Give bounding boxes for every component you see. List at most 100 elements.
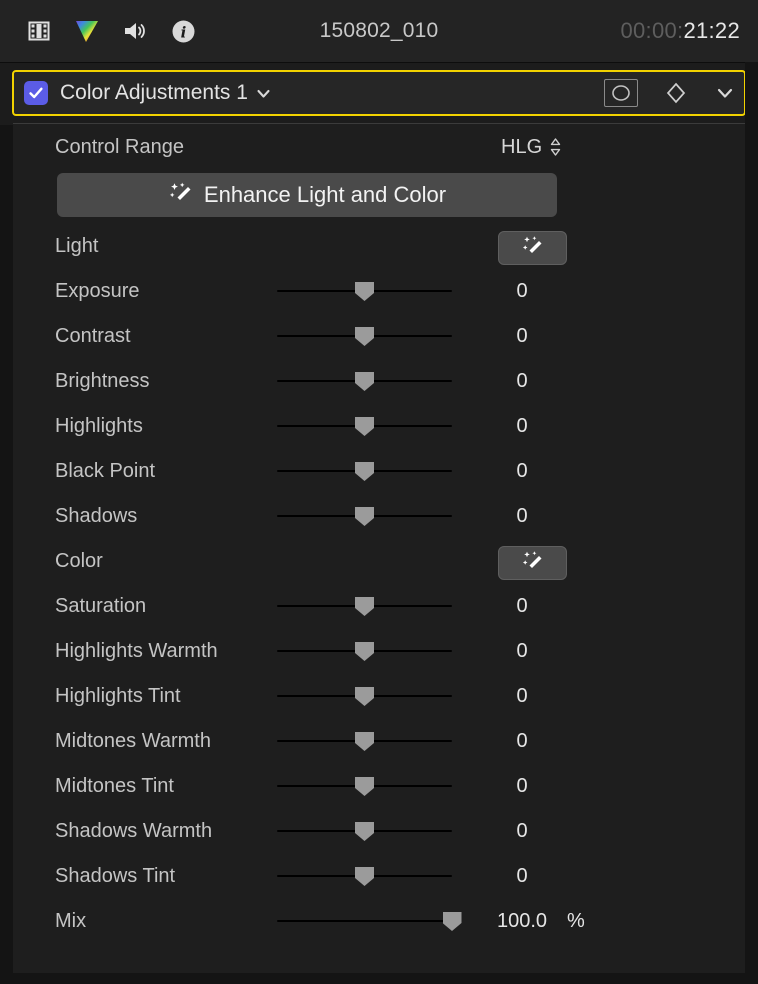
section-header-light: Light: [13, 224, 745, 269]
effect-name-chevron-down-icon[interactable]: [255, 85, 272, 102]
parameter-row: Brightness 0: [13, 359, 745, 404]
enhance-row: Enhance Light and Color: [13, 170, 745, 224]
parameter-slider[interactable]: [277, 359, 452, 404]
parameter-row: Black Point 0: [13, 449, 745, 494]
parameter-row: Exposure 0: [13, 269, 745, 314]
slider-thumb[interactable]: [355, 282, 374, 301]
parameter-value[interactable]: 0: [483, 314, 639, 359]
parameter-value[interactable]: 0: [483, 359, 639, 404]
control-range-popup[interactable]: HLG: [501, 124, 562, 170]
parameter-label: Shadows Warmth: [55, 820, 213, 842]
parameter-value[interactable]: 0: [483, 629, 639, 674]
parameter-sections: Light Exposure 0 Contrast 0 Brightness 0 Highli…: [13, 224, 745, 899]
slider-thumb[interactable]: [355, 732, 374, 751]
parameter-value-number: 0: [516, 595, 528, 617]
parameter-row: Highlights Warmth 0: [13, 629, 745, 674]
parameter-value[interactable]: 0: [483, 809, 639, 854]
mix-slider[interactable]: [277, 899, 462, 944]
color-adjustments-inspector: i 150802_010 00:00:21:22 Color Adjustmen…: [0, 0, 758, 984]
slider-thumb[interactable]: [355, 507, 374, 526]
slider-thumb[interactable]: [355, 642, 374, 661]
parameter-slider[interactable]: [277, 584, 452, 629]
parameter-value[interactable]: 0: [483, 584, 639, 629]
parameters-scroll-area[interactable]: Control Range HLG Enhance Light and Colo…: [13, 123, 745, 982]
parameter-row: Shadows Tint 0: [13, 854, 745, 899]
effect-header-controls: [604, 72, 736, 114]
parameter-slider[interactable]: [277, 449, 452, 494]
effect-header-wrap: Color Adjustments 1: [0, 63, 758, 116]
parameter-value-number: 0: [516, 730, 528, 752]
parameter-slider[interactable]: [277, 314, 452, 359]
panel-right-edge: [745, 62, 758, 984]
parameter-label: Saturation: [55, 595, 147, 617]
parameter-slider[interactable]: [277, 269, 452, 314]
parameter-value[interactable]: 0: [483, 494, 639, 539]
parameter-label: Brightness: [55, 370, 150, 392]
mix-slider-thumb[interactable]: [442, 912, 462, 931]
parameter-value[interactable]: 0: [483, 719, 639, 764]
parameter-label: Black Point: [55, 460, 156, 482]
parameter-label: Highlights: [55, 415, 143, 437]
slider-thumb[interactable]: [355, 687, 374, 706]
parameter-slider[interactable]: [277, 809, 452, 854]
slider-thumb[interactable]: [355, 417, 374, 436]
enhance-light-button[interactable]: [498, 231, 567, 265]
parameter-slider[interactable]: [277, 764, 452, 809]
timecode-display[interactable]: 00:00:21:22: [620, 0, 740, 62]
mix-row: Mix 100.0%: [13, 899, 745, 944]
slider-thumb[interactable]: [355, 597, 374, 616]
inspector-toolbar: i 150802_010 00:00:21:22: [0, 0, 758, 63]
parameter-value-number: 0: [516, 325, 528, 347]
parameter-slider[interactable]: [277, 404, 452, 449]
mix-label: Mix: [55, 910, 87, 932]
enhance-color-button[interactable]: [498, 546, 567, 580]
parameter-row: Shadows Warmth 0: [13, 809, 745, 854]
keyframe-diamond-icon[interactable]: [664, 81, 688, 105]
parameter-value[interactable]: 0: [483, 764, 639, 809]
slider-thumb[interactable]: [355, 327, 374, 346]
parameter-row: Saturation 0: [13, 584, 745, 629]
parameter-value[interactable]: 0: [483, 269, 639, 314]
mix-value-unit: %: [567, 910, 585, 932]
parameter-row: Shadows 0: [13, 494, 745, 539]
parameter-value[interactable]: 0: [483, 449, 639, 494]
parameter-slider[interactable]: [277, 629, 452, 674]
slider-thumb[interactable]: [355, 462, 374, 481]
parameter-slider[interactable]: [277, 494, 452, 539]
effect-collapse-chevron-down-icon[interactable]: [714, 82, 736, 104]
parameter-label: Shadows: [55, 505, 138, 527]
parameter-value-number: 0: [516, 640, 528, 662]
effect-enable-checkbox[interactable]: [24, 81, 48, 105]
parameter-value[interactable]: 0: [483, 404, 639, 449]
section-title-label: Light: [55, 235, 99, 257]
slider-thumb[interactable]: [355, 822, 374, 841]
parameter-slider[interactable]: [277, 854, 452, 899]
mix-value-number: 100.0: [496, 910, 548, 932]
slider-thumb[interactable]: [355, 867, 374, 886]
shape-mask-icon[interactable]: [604, 79, 638, 107]
parameter-value[interactable]: 0: [483, 674, 639, 719]
parameter-value-number: 0: [516, 775, 528, 797]
parameter-slider[interactable]: [277, 674, 452, 719]
magic-wand-icon: [520, 549, 546, 578]
parameter-row: Midtones Warmth 0: [13, 719, 745, 764]
parameter-label: Shadows Tint: [55, 865, 176, 887]
slider-thumb[interactable]: [355, 372, 374, 391]
parameter-label: Exposure: [55, 280, 140, 302]
magic-wand-icon: [168, 180, 194, 211]
parameter-slider[interactable]: [277, 719, 452, 764]
control-range-value: HLG: [501, 136, 543, 158]
mix-slider-track: [277, 920, 452, 922]
effect-header-bar[interactable]: Color Adjustments 1: [12, 70, 746, 116]
parameter-value-number: 0: [516, 280, 528, 302]
enhance-light-and-color-button[interactable]: Enhance Light and Color: [57, 173, 557, 217]
parameter-value-number: 0: [516, 505, 528, 527]
parameter-label: Highlights Warmth: [55, 640, 218, 662]
parameter-value[interactable]: 0: [483, 854, 639, 899]
slider-thumb[interactable]: [355, 777, 374, 796]
mix-value[interactable]: 100.0%: [483, 899, 639, 944]
parameter-value-number: 0: [516, 415, 528, 437]
parameter-label: Midtones Tint: [55, 775, 174, 797]
timecode-bright-part: 21:22: [683, 18, 740, 43]
magic-wand-icon: [520, 234, 546, 263]
